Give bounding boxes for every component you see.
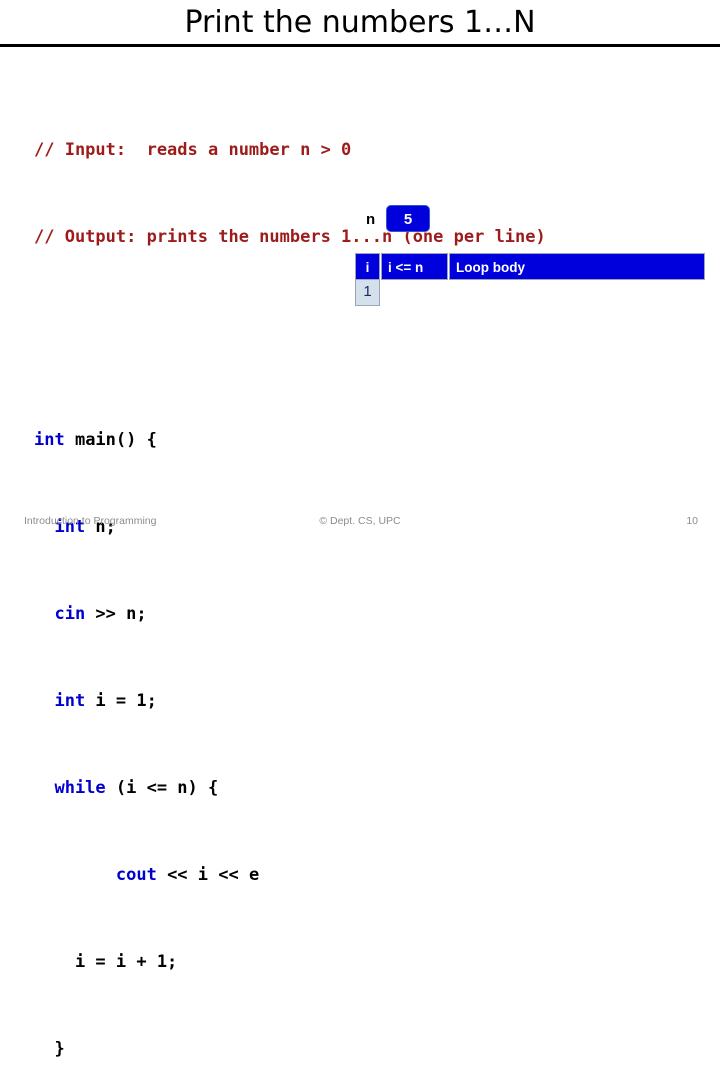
trace-header-loop-body: Loop body [449,253,705,280]
code-text: } [34,1039,65,1059]
title-divider [0,44,720,47]
trace-cell-i: 1 [355,280,380,306]
code-text: main() { [64,430,157,450]
comment-input-text: // Input: reads a number n > 0 [34,140,352,160]
code-listing: // Input: reads a number n > 0 // Output… [34,78,694,1080]
code-text: << i << e [156,865,260,885]
code-line-cout: cout << i << e [34,861,694,890]
variable-label-n: n [366,211,376,228]
table-row: 1 [355,280,705,306]
slide-footer: Introduction to Programming © Dept. CS, … [0,515,720,533]
trace-header-condition: i <= n [381,253,448,280]
code-text: (i <= n) { [105,778,219,798]
code-comment-output: // Output: prints the numbers 1...n (one… [34,223,694,252]
variable-value-n: 5 [386,205,430,232]
code-keyword: while [34,778,106,798]
footer-copyright: © Dept. CS, UPC [319,515,401,527]
code-keyword: cout [34,865,157,885]
code-comment-input: // Input: reads a number n > 0 [34,136,694,165]
page-title: Print the numbers 1…N [184,5,536,40]
code-text: i = i + 1; [34,952,178,972]
code-line-read-n: cin >> n; [34,600,694,629]
code-line-declare-i: int i = 1; [34,687,694,716]
footer-page-number: 10 [686,515,698,527]
code-keyword: int [34,691,86,711]
code-line-close-while: } [34,1035,694,1064]
code-keyword: cin [34,604,86,624]
trace-table: i i <= n Loop body 1 [355,253,705,306]
code-text: >> n; [85,604,147,624]
code-line-increment: i = i + 1; [34,948,694,977]
comment-output-text: // Output: prints the numbers 1...n (one… [34,227,546,247]
trace-header-i: i [355,253,380,280]
code-line-main: int main() { [34,426,694,455]
code-line-while: while (i <= n) { [34,774,694,803]
trace-table-header-row: i i <= n Loop body [355,253,705,280]
code-text: i = 1; [85,691,157,711]
code-keyword: int [34,430,65,450]
